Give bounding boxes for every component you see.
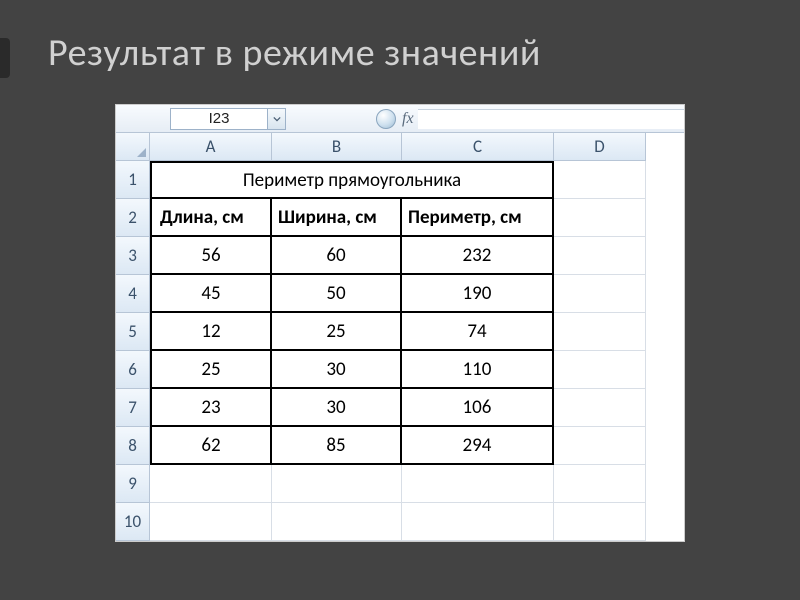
cell-b10[interactable] [272, 503, 402, 541]
cell-c4[interactable]: 190 [402, 275, 554, 313]
excel-screenshot: I23 fx A B C D 1 Периметр прямоугольника… [115, 104, 685, 542]
fx-label[interactable]: fx [402, 110, 414, 128]
header-length[interactable]: Длина, см [150, 199, 272, 237]
cell-c3[interactable]: 232 [402, 237, 554, 275]
cell-b7[interactable]: 30 [272, 389, 402, 427]
row-header[interactable]: 5 [116, 313, 150, 351]
cell-a8[interactable]: 62 [150, 427, 272, 465]
name-box[interactable]: I23 [170, 108, 268, 130]
cell-d8[interactable] [554, 427, 646, 465]
spreadsheet-grid: A B C D 1 Периметр прямоугольника 2 Длин… [116, 133, 684, 541]
cell-d7[interactable] [554, 389, 646, 427]
name-box-dropdown[interactable] [268, 108, 286, 130]
header-width[interactable]: Ширина, см [272, 199, 402, 237]
row-header[interactable]: 8 [116, 427, 150, 465]
row-header[interactable]: 1 [116, 161, 150, 199]
cell-a4[interactable]: 45 [150, 275, 272, 313]
cell-b6[interactable]: 30 [272, 351, 402, 389]
row-header[interactable]: 4 [116, 275, 150, 313]
cell-d10[interactable] [554, 503, 646, 541]
cell-a5[interactable]: 12 [150, 313, 272, 351]
cell-b5[interactable]: 25 [272, 313, 402, 351]
chevron-down-icon [273, 115, 281, 123]
header-perimeter[interactable]: Периметр, см [402, 199, 554, 237]
cell-c9[interactable] [402, 465, 554, 503]
cell-d6[interactable] [554, 351, 646, 389]
cell-d5[interactable] [554, 313, 646, 351]
merged-title-cell[interactable]: Периметр прямоугольника [150, 161, 554, 199]
cell-b3[interactable]: 60 [272, 237, 402, 275]
cell-c7[interactable]: 106 [402, 389, 554, 427]
formula-bar-row: I23 fx [116, 105, 684, 133]
cell-c8[interactable]: 294 [402, 427, 554, 465]
row-header[interactable]: 7 [116, 389, 150, 427]
formula-input[interactable] [418, 109, 684, 129]
fx-area: fx [376, 109, 414, 129]
cell-a6[interactable]: 25 [150, 351, 272, 389]
title-bullet [0, 38, 10, 78]
cell-c6[interactable]: 110 [402, 351, 554, 389]
cell-d4[interactable] [554, 275, 646, 313]
cell-c5[interactable]: 74 [402, 313, 554, 351]
cell-b8[interactable]: 85 [272, 427, 402, 465]
slide-title: Результат в режиме значений [48, 30, 760, 76]
cell-b4[interactable]: 50 [272, 275, 402, 313]
corner-triangle-icon [137, 148, 146, 157]
col-header-c[interactable]: C [402, 133, 554, 161]
cell-d1[interactable] [554, 161, 646, 199]
row-header[interactable]: 2 [116, 199, 150, 237]
insert-function-icon[interactable] [376, 109, 396, 129]
cell-d9[interactable] [554, 465, 646, 503]
cell-d2[interactable] [554, 199, 646, 237]
row-header[interactable]: 6 [116, 351, 150, 389]
col-header-b[interactable]: B [272, 133, 402, 161]
cell-a7[interactable]: 23 [150, 389, 272, 427]
cell-a10[interactable] [150, 503, 272, 541]
cell-d3[interactable] [554, 237, 646, 275]
cell-a3[interactable]: 56 [150, 237, 272, 275]
row-header[interactable]: 3 [116, 237, 150, 275]
col-header-d[interactable]: D [554, 133, 646, 161]
col-header-a[interactable]: A [150, 133, 272, 161]
cell-c10[interactable] [402, 503, 554, 541]
cell-a9[interactable] [150, 465, 272, 503]
row-header[interactable]: 10 [116, 503, 150, 541]
slide: Результат в режиме значений I23 fx A B C… [0, 0, 800, 600]
select-all-corner[interactable] [116, 133, 150, 161]
cell-b9[interactable] [272, 465, 402, 503]
row-header[interactable]: 9 [116, 465, 150, 503]
